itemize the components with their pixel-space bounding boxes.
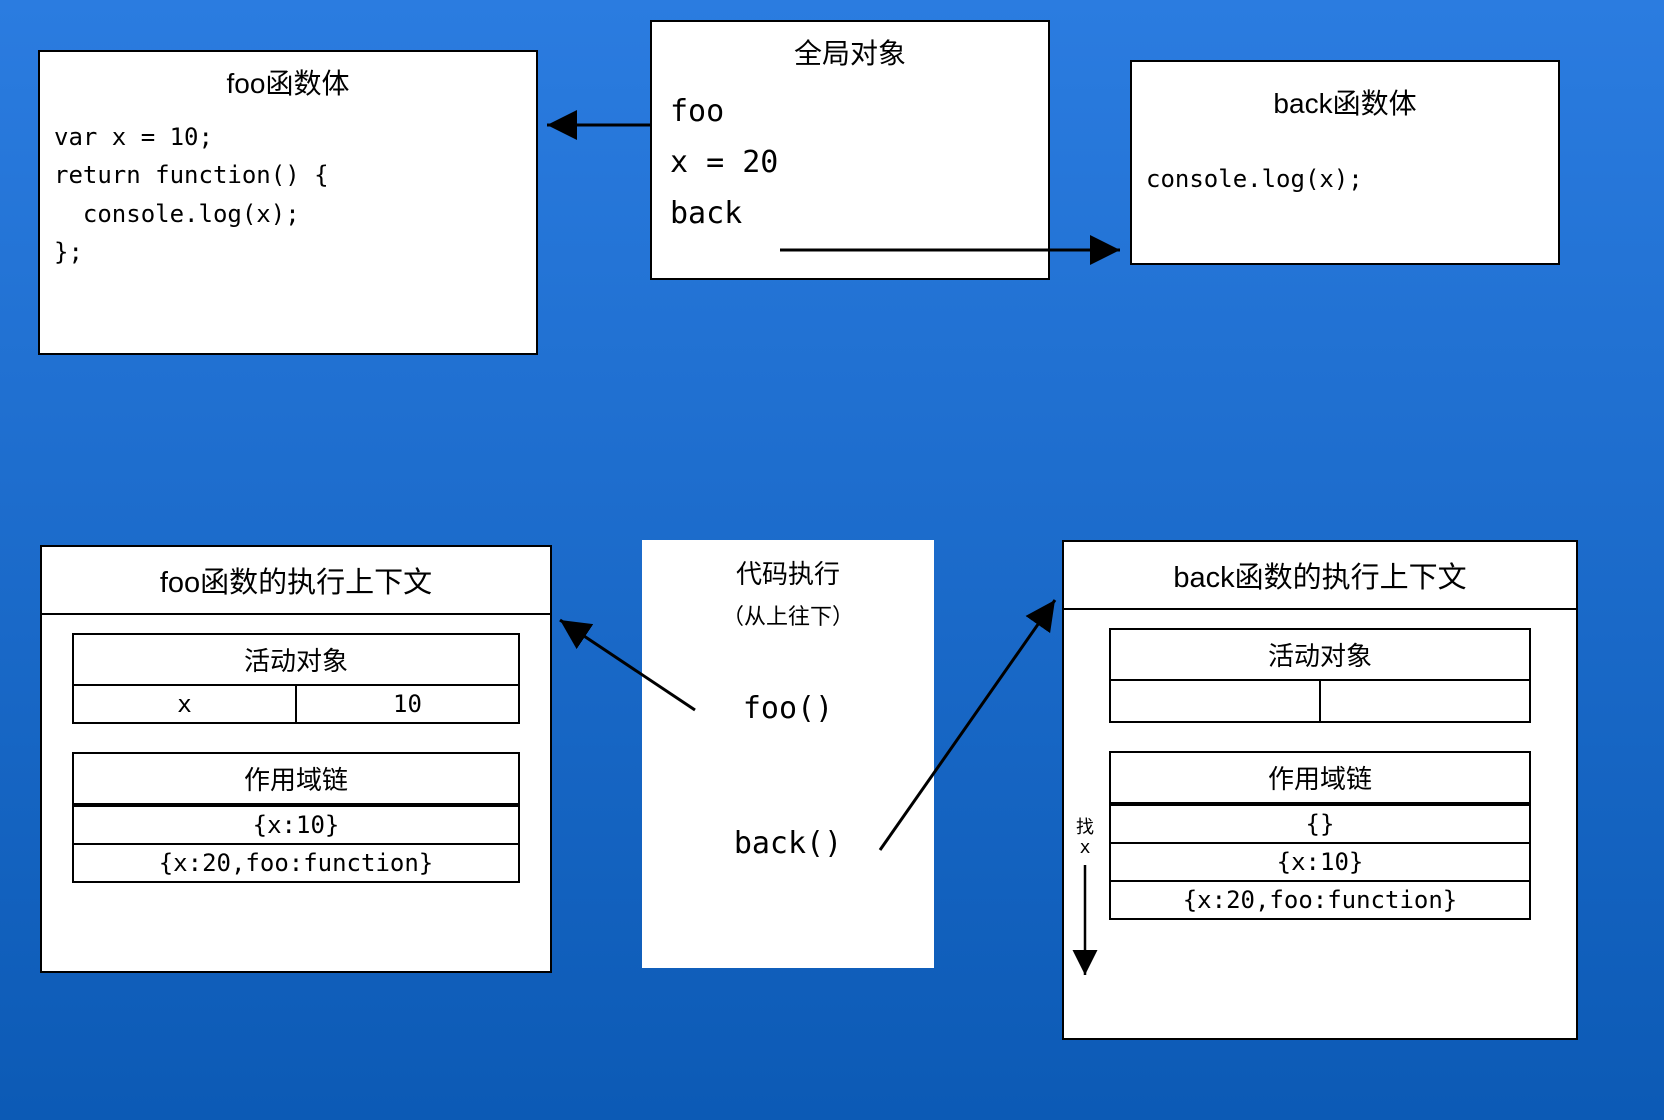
foo-scope-title: 作用域链 (74, 754, 518, 805)
foo-body-box: foo函数体 var x = 10; return function() { c… (38, 50, 538, 355)
foo-ao-title: 活动对象 (74, 635, 518, 686)
back-scope-2: {x:10} (1111, 842, 1529, 880)
foo-ao-section: 活动对象 x 10 (72, 633, 520, 724)
foo-scope-1: {x:10} (74, 805, 518, 843)
code-exec-foo: foo() (642, 691, 934, 726)
back-scope-section: 作用域链 {} {x:10} {x:20,foo:function} (1109, 751, 1531, 920)
foo-context-box: foo函数的执行上下文 活动对象 x 10 作用域链 {x:10} {x:20,… (40, 545, 552, 973)
global-object-title: 全局对象 (652, 22, 1048, 82)
back-body-box: back函数体 console.log(x); (1130, 60, 1560, 265)
foo-ao-key: x (74, 686, 297, 722)
back-context-title: back函数的执行上下文 (1064, 542, 1576, 610)
find-x-label: 找 x (1070, 818, 1100, 858)
global-x-label: x = 20 (670, 137, 1030, 188)
foo-ao-val: 10 (297, 686, 518, 722)
back-ao-val (1321, 681, 1529, 721)
code-exec-subtitle: （从上往下） (642, 599, 934, 631)
back-scope-1: {} (1111, 804, 1529, 842)
foo-scope-2: {x:20,foo:function} (74, 843, 518, 881)
code-exec-box: 代码执行 （从上往下） foo() back() (642, 540, 934, 968)
back-scope-title: 作用域链 (1111, 753, 1529, 804)
back-body-code: console.log(x); (1132, 132, 1558, 212)
foo-scope-section: 作用域链 {x:10} {x:20,foo:function} (72, 752, 520, 883)
foo-context-title: foo函数的执行上下文 (42, 547, 550, 615)
code-exec-back: back() (642, 826, 934, 861)
back-ao-section: 活动对象 (1109, 628, 1531, 723)
back-body-title: back函数体 (1132, 62, 1558, 132)
foo-body-title: foo函数体 (40, 52, 536, 112)
global-foo-label: foo (670, 86, 1030, 137)
back-ao-title: 活动对象 (1111, 630, 1529, 681)
global-object-box: 全局对象 foo x = 20 back (650, 20, 1050, 280)
back-ao-key (1111, 681, 1321, 721)
global-back-label: back (670, 188, 1030, 239)
foo-body-code: var x = 10; return function() { console.… (40, 112, 536, 286)
back-scope-3: {x:20,foo:function} (1111, 880, 1529, 918)
code-exec-title: 代码执行 (642, 540, 934, 601)
back-context-box: back函数的执行上下文 活动对象 作用域链 {} {x:10} {x:20,f… (1062, 540, 1578, 1040)
